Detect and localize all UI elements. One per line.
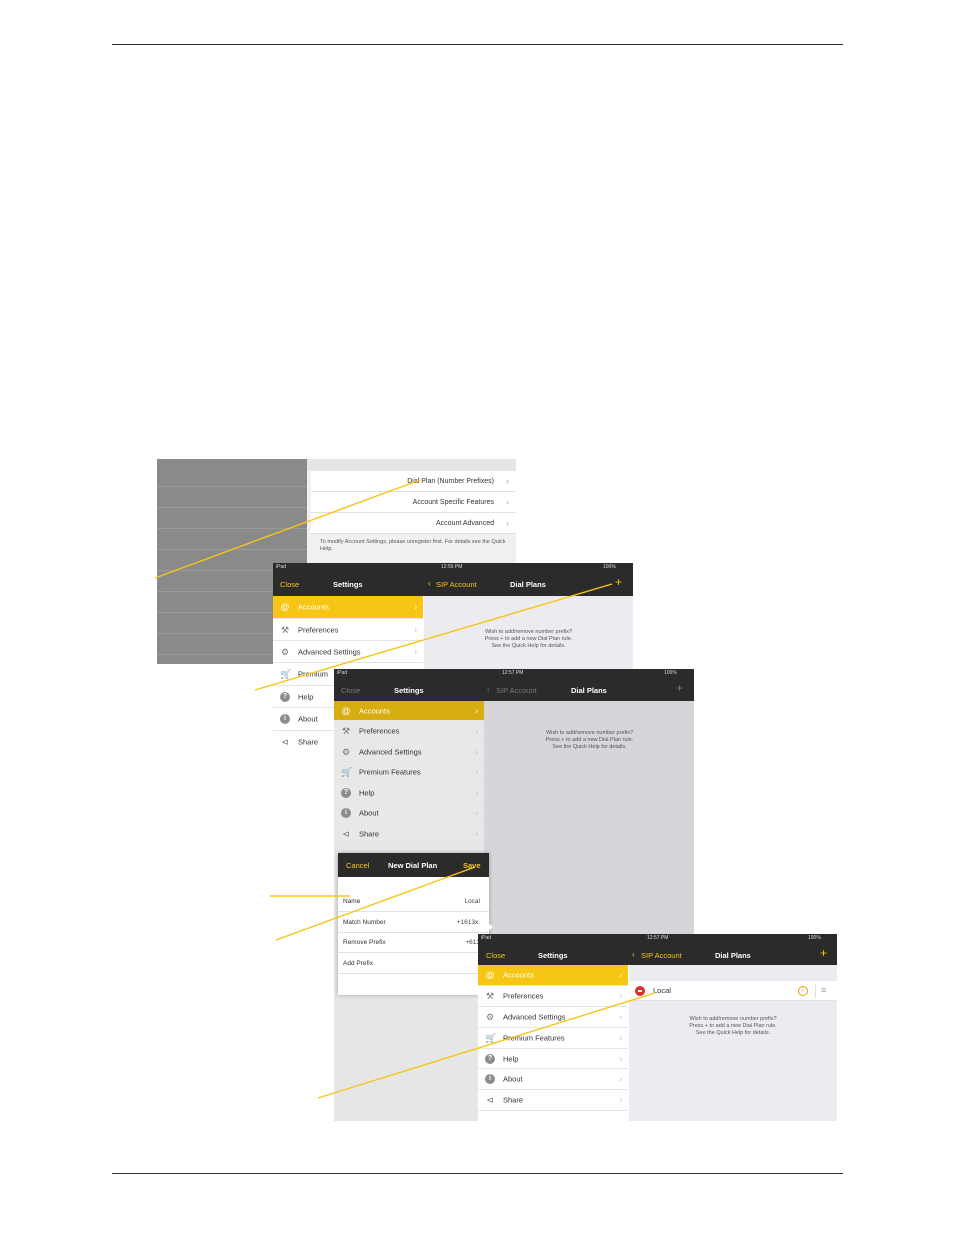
callout-line <box>254 583 613 691</box>
callout-line <box>275 866 476 941</box>
callout-lines <box>154 479 656 1099</box>
callout-line <box>317 992 656 1099</box>
callout-line <box>154 479 421 579</box>
